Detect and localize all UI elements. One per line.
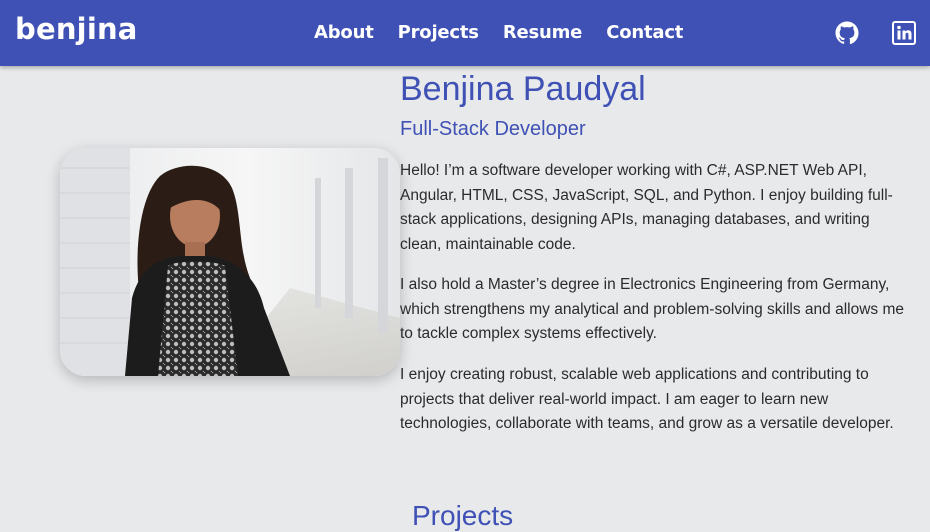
- nav-link-about[interactable]: About: [314, 22, 374, 43]
- navbar: benjina About Projects Resume Contact: [0, 0, 930, 66]
- nav-link-projects[interactable]: Projects: [398, 22, 479, 43]
- bio-paragraph-3: I enjoy creating robust, scalable web ap…: [400, 366, 894, 433]
- projects-section-title: Projects: [412, 500, 514, 531]
- profile-role: Full-Stack Developer: [400, 118, 586, 140]
- profile-name: Benjina Paudyal: [400, 70, 646, 108]
- profile-photo: [60, 148, 400, 376]
- linkedin-icon[interactable]: [892, 21, 916, 45]
- bio-paragraph-1: Hello! I’m a software developer working …: [400, 162, 893, 253]
- bio-paragraph-2: I also hold a Master’s degree in Electro…: [400, 276, 904, 343]
- github-icon[interactable]: [835, 21, 859, 45]
- nav-links: About Projects Resume Contact: [302, 22, 695, 43]
- brand-logo[interactable]: benjina: [15, 12, 138, 46]
- nav-link-contact[interactable]: Contact: [606, 22, 683, 43]
- nav-link-resume[interactable]: Resume: [503, 22, 583, 43]
- profile-photo-image: [60, 148, 400, 376]
